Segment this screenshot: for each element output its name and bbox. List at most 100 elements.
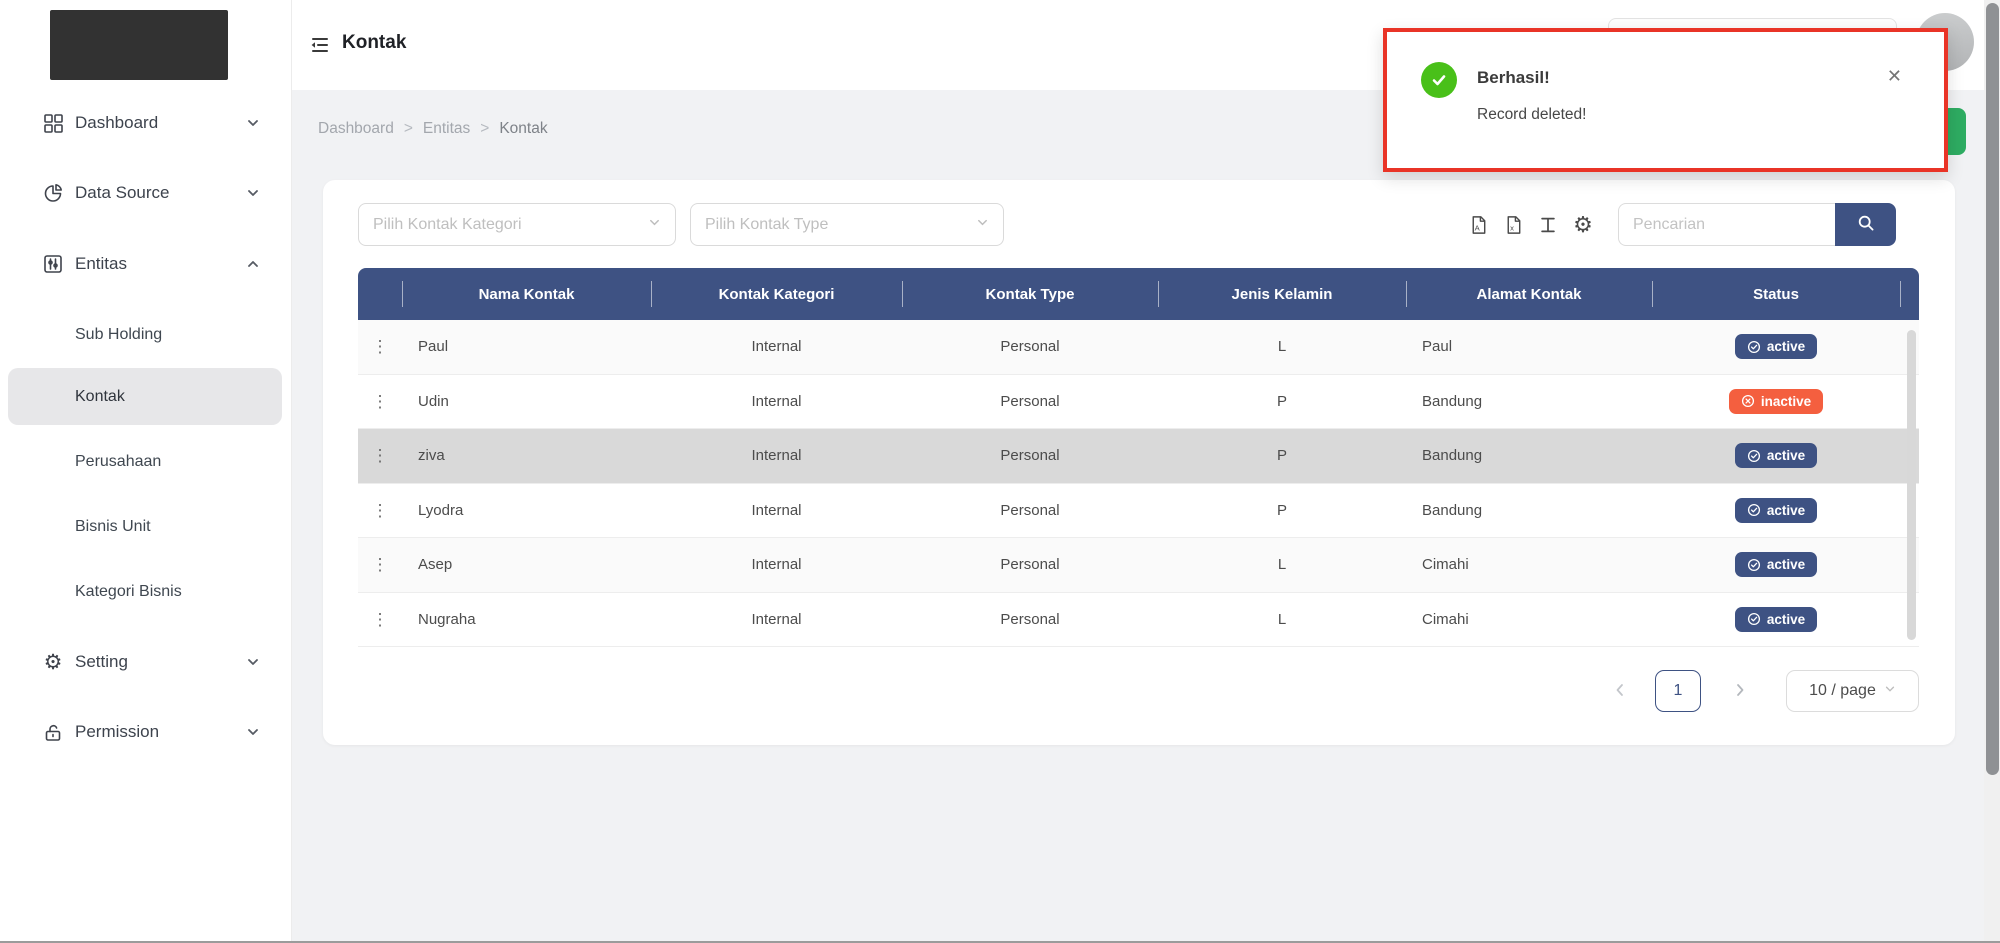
app-logo (50, 10, 228, 80)
status-badge: active (1735, 607, 1817, 632)
table-row-selected[interactable]: ⋮ ziva Internal Personal P Bandung activ… (358, 429, 1919, 484)
cell-status: active (1652, 484, 1900, 538)
column-header-gutter (1900, 268, 1919, 320)
cell-nama: Paul (402, 320, 651, 374)
breadcrumb-item-kontak[interactable]: Kontak (499, 120, 547, 138)
sidebar-item-kontak[interactable]: Kontak (8, 368, 282, 425)
table-row[interactable]: ⋮ Lyodra Internal Personal P Bandung act… (358, 484, 1919, 539)
cell-alamat: Cimahi (1406, 593, 1652, 647)
next-page-button[interactable] (1731, 681, 1751, 701)
sub-item-label: Bisnis Unit (75, 518, 151, 536)
cell-status: active (1652, 593, 1900, 647)
search-input[interactable] (1618, 203, 1835, 246)
cell-alamat: Cimahi (1406, 538, 1652, 592)
cell-alamat: Paul (1406, 320, 1652, 374)
sub-item-label: Kategori Bisnis (75, 583, 182, 601)
toast-title: Berhasil! (1477, 68, 1550, 88)
row-actions-menu[interactable]: ⋮ (358, 375, 402, 429)
sidebar-item-sub-holding[interactable]: Sub Holding (8, 313, 282, 357)
cell-nama: Udin (402, 375, 651, 429)
chevron-up-icon (246, 257, 260, 271)
appstore-icon (42, 112, 64, 134)
control-icon (42, 253, 64, 275)
status-badge: inactive (1729, 389, 1823, 414)
row-actions-menu[interactable]: ⋮ (358, 538, 402, 592)
cell-kategori: Internal (651, 484, 902, 538)
search-icon (1856, 213, 1876, 236)
kebab-icon: ⋮ (372, 556, 389, 573)
breadcrumb-separator: > (480, 120, 489, 138)
export-pdf-icon[interactable]: A (1467, 214, 1489, 236)
kontak-type-select[interactable]: Pilih Kontak Type (690, 203, 1004, 246)
row-actions-menu[interactable]: ⋮ (358, 320, 402, 374)
cell-jenis-kelamin: P (1158, 484, 1406, 538)
column-header: Jenis Kelamin (1158, 268, 1406, 320)
cell-type: Personal (902, 375, 1158, 429)
sidebar: Dashboard Data Source Entitas Sub Holdin… (0, 0, 292, 943)
toast-message: Record deleted! (1477, 106, 1586, 124)
row-actions-menu[interactable]: ⋮ (358, 593, 402, 647)
sidebar-item-bisnis-unit[interactable]: Bisnis Unit (8, 505, 282, 549)
table-row[interactable]: ⋮ Asep Internal Personal L Cimahi active (358, 538, 1919, 593)
column-header: Nama Kontak (402, 268, 651, 320)
content-card: Pilih Kontak Kategori Pilih Kontak Type … (323, 180, 1955, 745)
menu-fold-icon[interactable] (308, 33, 332, 57)
current-page-button[interactable]: 1 (1655, 670, 1701, 712)
status-badge: active (1735, 552, 1817, 577)
cell-nama: ziva (402, 429, 651, 483)
table-header-row: Nama Kontak Kontak Kategori Kontak Type … (358, 268, 1919, 320)
sidebar-item-kategori-bisnis[interactable]: Kategori Bisnis (8, 570, 282, 614)
sidebar-item-data-source[interactable]: Data Source (0, 171, 292, 215)
sidebar-item-label: Setting (75, 652, 128, 672)
chevron-down-icon (976, 216, 989, 234)
table-row[interactable]: ⋮ Nugraha Internal Personal L Cimahi act… (358, 593, 1919, 648)
svg-text:A: A (1474, 223, 1480, 232)
sidebar-item-label: Entitas (75, 254, 127, 274)
select-placeholder: Pilih Kontak Kategori (373, 216, 640, 234)
breadcrumb-item-entitas[interactable]: Entitas (423, 120, 470, 138)
sidebar-item-label: Data Source (75, 183, 170, 203)
sidebar-item-entitas[interactable]: Entitas (0, 242, 292, 286)
row-actions-menu[interactable]: ⋮ (358, 429, 402, 483)
cell-alamat: Bandung (1406, 429, 1652, 483)
page-size-select[interactable]: 10 / page (1786, 670, 1919, 712)
scrollbar-thumb[interactable] (1986, 3, 1999, 775)
close-icon[interactable]: ✕ (1887, 66, 1902, 87)
sidebar-item-label: Dashboard (75, 113, 158, 133)
search-button[interactable] (1835, 203, 1896, 246)
page-size-value: 10 / page (1809, 682, 1876, 700)
table-row[interactable]: ⋮ Udin Internal Personal P Bandung inact… (358, 375, 1919, 430)
breadcrumb: Dashboard > Entitas > Kontak (318, 120, 548, 138)
gear-icon: ⚙ (42, 651, 64, 673)
check-circle-icon (1747, 503, 1761, 517)
prev-page-button[interactable] (1611, 681, 1631, 701)
sidebar-item-dashboard[interactable]: Dashboard (0, 101, 292, 145)
chevron-down-icon (246, 655, 260, 669)
table-settings-gear-icon[interactable]: ⚙ (1572, 214, 1594, 236)
sidebar-item-setting[interactable]: ⚙ Setting (0, 640, 292, 684)
column-header-actions (358, 268, 402, 320)
sidebar-item-permission[interactable]: Permission (0, 710, 292, 754)
cell-alamat: Bandung (1406, 484, 1652, 538)
cell-status: active (1652, 320, 1900, 374)
sidebar-item-perusahaan[interactable]: Perusahaan (8, 440, 282, 484)
chevron-down-icon (648, 216, 661, 234)
export-excel-icon[interactable]: x (1502, 214, 1524, 236)
sidebar-item-label: Permission (75, 722, 159, 742)
row-actions-menu[interactable]: ⋮ (358, 484, 402, 538)
cell-type: Personal (902, 429, 1158, 483)
status-badge: active (1735, 334, 1817, 359)
kontak-kategori-select[interactable]: Pilih Kontak Kategori (358, 203, 676, 246)
breadcrumb-item-dashboard[interactable]: Dashboard (318, 120, 394, 138)
cell-type: Personal (902, 484, 1158, 538)
table-scrollbar[interactable] (1907, 330, 1916, 640)
cell-kategori: Internal (651, 538, 902, 592)
chevron-down-icon (246, 725, 260, 739)
page-scrollbar[interactable] (1984, 0, 2000, 943)
kontak-table: Nama Kontak Kontak Kategori Kontak Type … (358, 268, 1919, 647)
column-height-icon[interactable] (1537, 214, 1559, 236)
table-row[interactable]: ⋮ Paul Internal Personal L Paul active (358, 320, 1919, 375)
status-badge: active (1735, 443, 1817, 468)
sub-item-label: Sub Holding (75, 326, 162, 344)
cell-nama: Lyodra (402, 484, 651, 538)
